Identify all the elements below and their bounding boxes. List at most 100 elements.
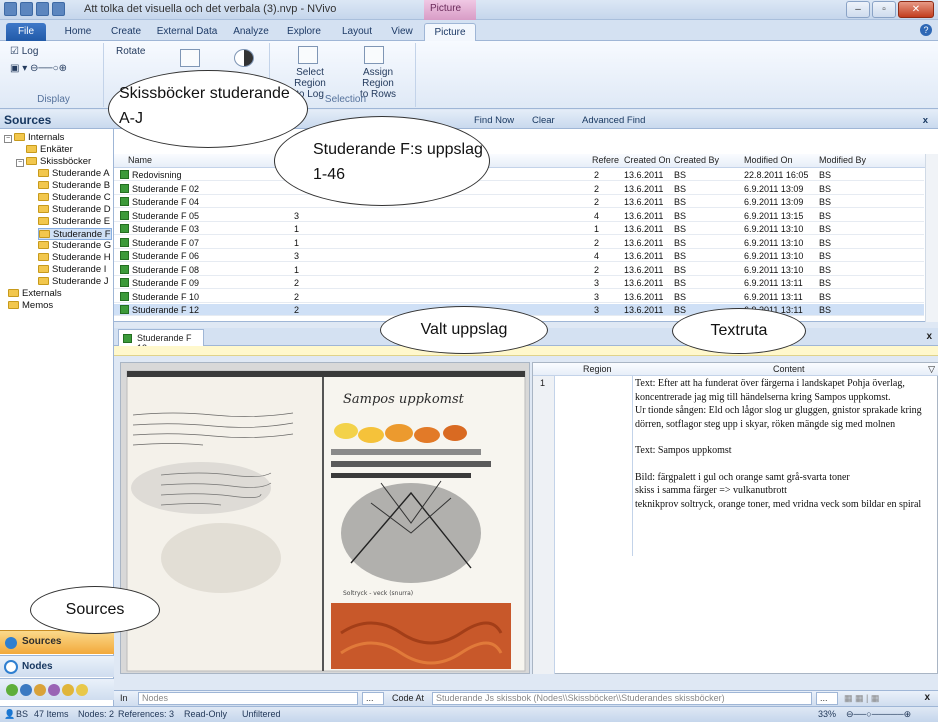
cell-name: Studerande F 06: [132, 251, 200, 261]
folders-icon[interactable]: [76, 684, 88, 696]
nav-header: Sources: [0, 110, 114, 129]
crop-icon[interactable]: [180, 49, 200, 67]
list-row[interactable]: Studerande F 09 2 3 13.6.2011 BS 6.9.2011 13:…: [114, 277, 924, 289]
save-icon[interactable]: [20, 2, 33, 16]
collapse-icon[interactable]: −: [4, 135, 12, 143]
select-region-icon[interactable]: [298, 46, 318, 64]
tree-item-enkater[interactable]: Enkäter: [26, 144, 73, 156]
in-browse-button[interactable]: ...: [362, 692, 384, 705]
tree-item-internals[interactable]: − Internals: [4, 132, 64, 144]
cell-created-by: BS: [674, 197, 687, 207]
column-region[interactable]: Region: [583, 364, 612, 374]
find-now-button[interactable]: Find Now: [474, 115, 514, 126]
list-row[interactable]: Studerande F 02 2 13.6.2011 BS 6.9.2011 13:0…: [114, 183, 924, 195]
undo-icon[interactable]: [52, 2, 65, 16]
column-created-by[interactable]: Created By: [674, 155, 719, 165]
tab-view[interactable]: View: [384, 23, 420, 41]
tree-item-externals[interactable]: Externals: [8, 288, 62, 300]
tab-layout[interactable]: Layout: [334, 23, 380, 41]
reports-icon[interactable]: [48, 684, 60, 696]
tree-item-student[interactable]: Studerande B: [38, 180, 110, 192]
close-button[interactable]: ✕: [898, 1, 934, 18]
classifications-icon[interactable]: [6, 684, 18, 696]
code-at-browse-button[interactable]: ...: [816, 692, 838, 705]
assign-region-icon[interactable]: [364, 46, 384, 64]
list-row[interactable]: Studerande F 03 1 1 13.6.2011 BS 6.9.2011 13:…: [114, 223, 924, 235]
cell-modified-by: BS: [819, 264, 832, 275]
app-icon[interactable]: [4, 2, 17, 16]
tree-item-student[interactable]: Studerande I: [38, 264, 106, 276]
list-row[interactable]: Studerande F 04 2 13.6.2011 BS 6.9.2011 13:0…: [114, 196, 924, 208]
list-row[interactable]: Studerande F 05 3 4 13.6.2011 BS 6.9.2011 13:…: [114, 210, 924, 222]
column-content[interactable]: Content: [773, 364, 805, 374]
collections-icon[interactable]: [20, 684, 32, 696]
nav-button-nodes[interactable]: Nodes: [0, 655, 114, 677]
help-icon[interactable]: ?: [920, 24, 932, 36]
tab-file[interactable]: File: [6, 23, 46, 41]
column-created-on[interactable]: Created On: [624, 155, 671, 165]
tree-item-student-selected[interactable]: Studerande F: [38, 228, 112, 240]
tab-home[interactable]: Home: [58, 23, 98, 41]
filter-icon[interactable]: ▽: [928, 364, 935, 375]
folder-icon: [38, 193, 49, 201]
tree-item-student[interactable]: Studerande D: [38, 204, 111, 216]
tree-item-student[interactable]: Studerande C: [38, 192, 111, 204]
content-cell[interactable]: Text: Efter att ha funderat över färgern…: [635, 377, 935, 511]
cell-refs: 2: [594, 264, 600, 275]
edit-icon[interactable]: [36, 2, 49, 16]
tree-item-student[interactable]: Studerande J: [38, 276, 109, 288]
list-row[interactable]: Redovisning 2 13.6.2011 BS 22.8.2011 16:05 BS: [114, 169, 924, 181]
collapse-icon[interactable]: −: [16, 159, 24, 167]
close-coding-bar-button[interactable]: x: [924, 692, 930, 703]
list-row[interactable]: Studerande F 06 3 4 13.6.2011 BS 6.9.2011 13:…: [114, 250, 924, 262]
detail-tab[interactable]: Studerande F 12: [118, 329, 204, 353]
tab-picture[interactable]: Picture: [424, 23, 476, 41]
close-detail-button[interactable]: x: [926, 331, 932, 342]
tab-external-data[interactable]: External Data: [152, 23, 222, 41]
advanced-find-button[interactable]: Advanced Find: [582, 115, 645, 126]
tab-create[interactable]: Create: [104, 23, 148, 41]
log-checkbox[interactable]: ☑ Log: [10, 46, 38, 57]
cell-modified-on: 6.9.2011 13:10: [744, 224, 804, 234]
queries-icon[interactable]: [34, 684, 46, 696]
tree-item-skissbocker[interactable]: − Skissböcker: [16, 156, 91, 168]
minimize-button[interactable]: –: [846, 1, 870, 18]
close-find-button[interactable]: x: [923, 115, 928, 126]
in-dropdown[interactable]: Nodes: [138, 692, 358, 705]
list-row[interactable]: Studerande F 10 2 3 13.6.2011 BS 6.9.2011 13:…: [114, 291, 924, 303]
code-icon[interactable]: ▦ ▦ | ▦: [844, 693, 879, 704]
zoom-slider[interactable]: ▣ ▾ ⊖──○⊕: [10, 63, 67, 74]
tree-item-memos[interactable]: Memos: [8, 300, 53, 312]
rotate-button[interactable]: Rotate: [116, 46, 145, 57]
tree-item-student[interactable]: Studerande A: [38, 168, 110, 180]
column-modified-on[interactable]: Modified On: [744, 155, 793, 165]
column-references[interactable]: Refere: [592, 155, 619, 165]
zoom-slider[interactable]: ⊖──○─────⊕: [846, 709, 911, 720]
picture-view[interactable]: Sampos uppkomst Soltryck - veck (snurra): [120, 362, 530, 674]
cell-name: Studerande F 03: [132, 224, 200, 234]
models-icon[interactable]: [62, 684, 74, 696]
maximize-button[interactable]: ▫: [872, 1, 896, 18]
code-at-dropdown[interactable]: Studerande Js skissbok (Nodes\\Skissböck…: [432, 692, 812, 705]
column-name[interactable]: Name: [128, 155, 152, 165]
picture-icon: [120, 305, 129, 314]
contrast-icon[interactable]: [234, 49, 254, 67]
cell-created-on: 13.6.2011: [624, 278, 664, 288]
tree-item-student[interactable]: Studerande H: [38, 252, 111, 264]
list-row[interactable]: Studerande F 08 1 2 13.6.2011 BS 6.9.2011 13:…: [114, 264, 924, 276]
list-row[interactable]: Studerande F 07 1 2 13.6.2011 BS 6.9.2011 13:…: [114, 237, 924, 249]
content-line: teknikprov soltryck, orange toner, med v…: [635, 498, 922, 510]
tab-explore[interactable]: Explore: [280, 23, 328, 41]
tab-analyze[interactable]: Analyze: [226, 23, 276, 41]
cell-nodes: 1: [294, 237, 300, 248]
title-bar: Att tolka det visuella och det verbala (…: [0, 0, 938, 20]
ribbon-group-display: ☑ Log ▣ ▾ ⊖──○⊕ Display: [4, 43, 104, 107]
column-modified-by[interactable]: Modified By: [819, 155, 866, 165]
list-scrollbar[interactable]: [925, 154, 938, 322]
clear-button[interactable]: Clear: [532, 115, 555, 126]
tree-item-student[interactable]: Studerande G: [38, 240, 111, 252]
region-cell[interactable]: [555, 376, 633, 556]
svg-text:Soltryck - veck (snurra): Soltryck - veck (snurra): [343, 590, 413, 597]
cell-modified-on: 6.9.2011 13:09: [744, 183, 804, 194]
tree-item-student[interactable]: Studerande E: [38, 216, 110, 228]
